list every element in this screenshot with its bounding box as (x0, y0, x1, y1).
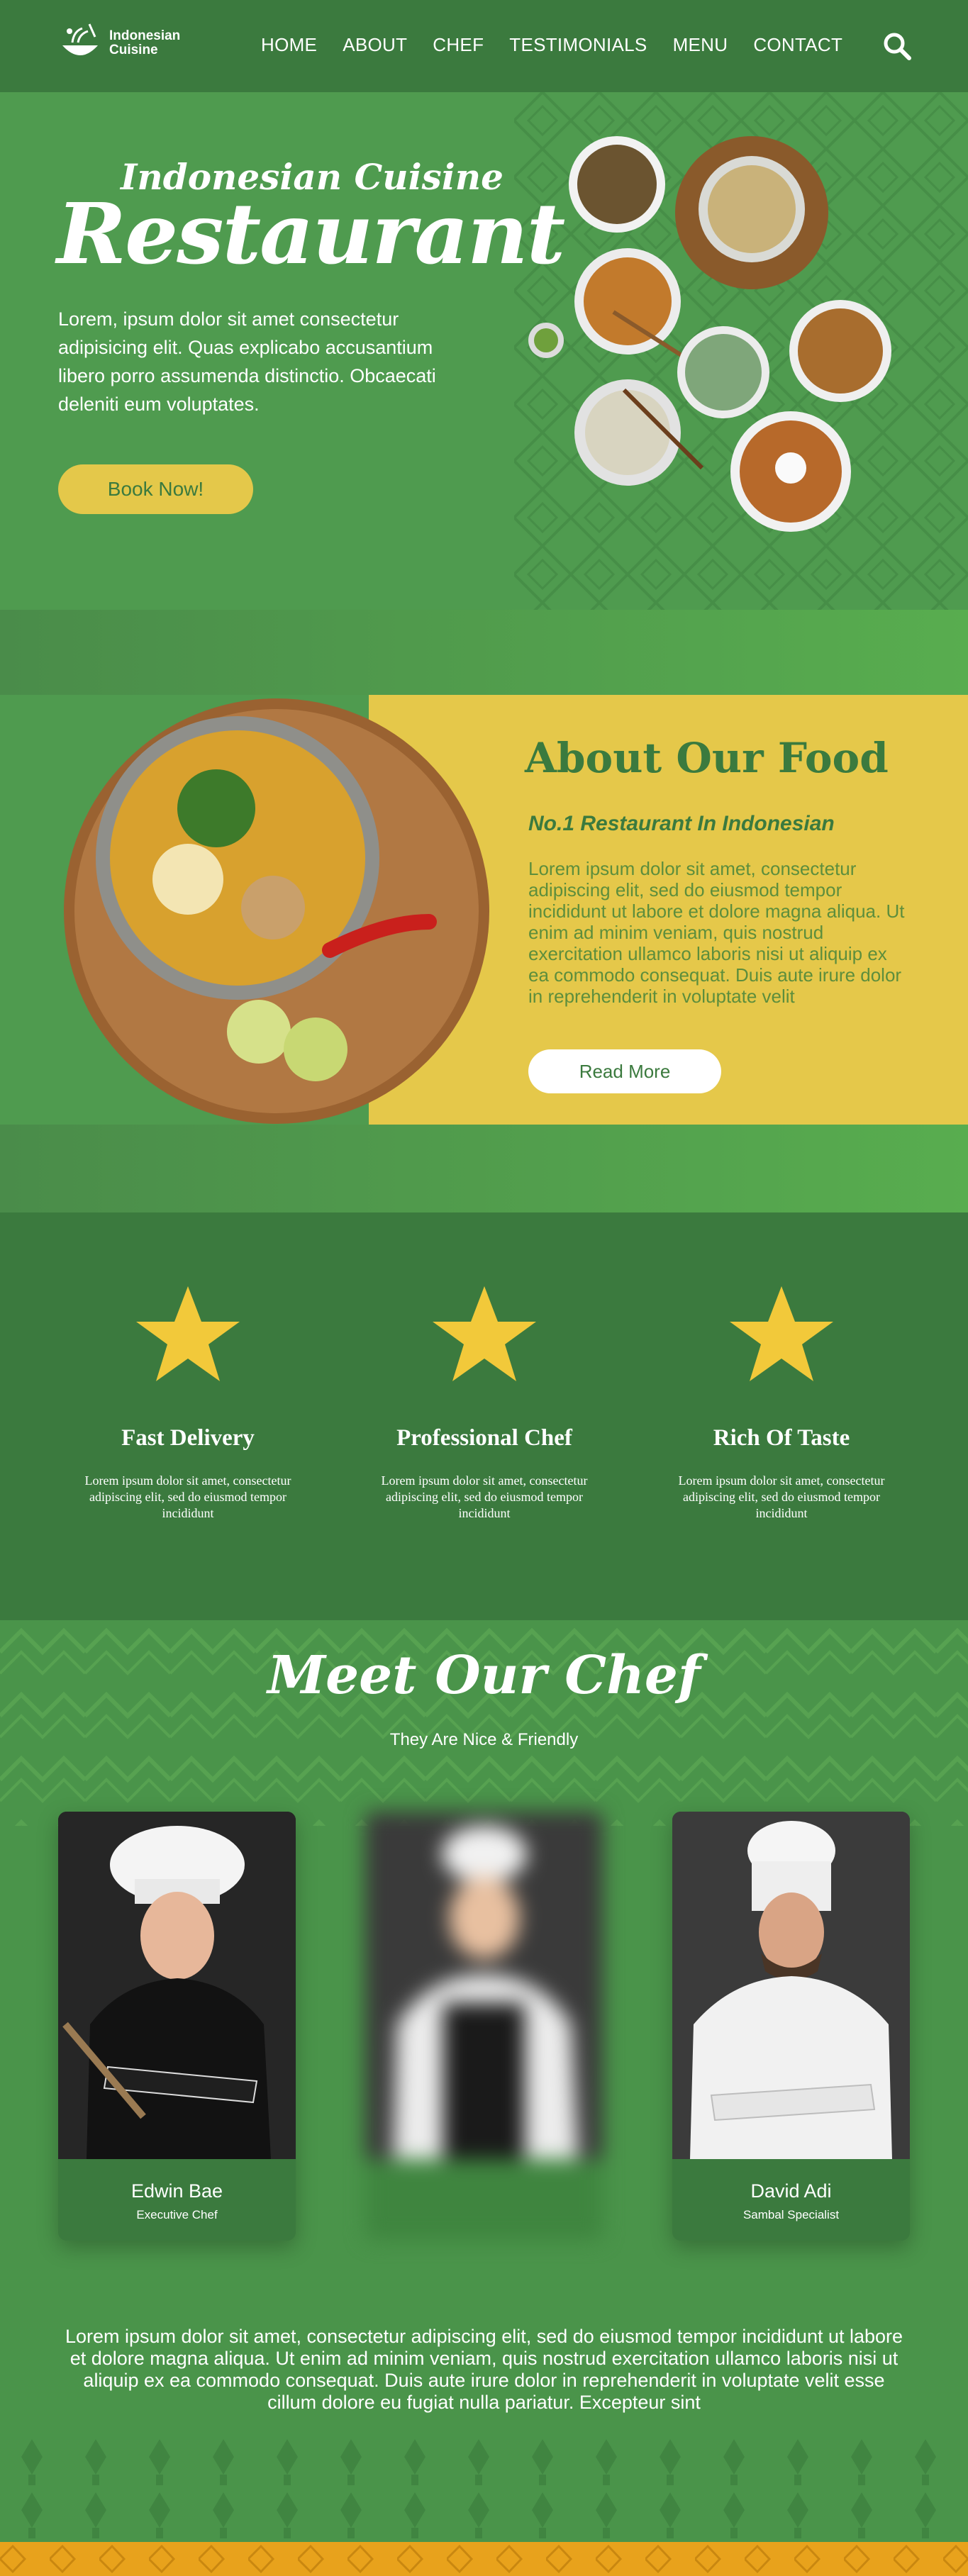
chef-role: Executive Chef (136, 2208, 218, 2221)
brand-name-line1: Indonesian (109, 28, 181, 43)
nav-home[interactable]: HOME (261, 34, 317, 56)
chefs-subtitle: They Are Nice & Friendly (389, 1730, 579, 1749)
logo-bowl-icon (58, 21, 102, 65)
nav-menu[interactable]: MENU (673, 34, 728, 56)
chef-photo (58, 1812, 296, 2159)
feature-text: Lorem ipsum dolor sit amet, consectetur … (678, 1473, 885, 1520)
chefs-paragraph: Lorem ipsum dolor sit amet, consectetur … (65, 2326, 903, 2413)
about-text: Lorem ipsum dolor sit amet, consectetur … (528, 858, 905, 1007)
chef-card-blurred[interactable] (365, 1812, 603, 2241)
star-icon (730, 1286, 833, 1381)
chef-name: Edwin Bae (130, 2180, 223, 2202)
chef-card-david[interactable]: David Adi Sambal Specialist (672, 1812, 910, 2241)
chef-name: David Adi (750, 2180, 832, 2202)
footer-strip (0, 2542, 968, 2576)
food-plates-image (528, 136, 891, 532)
chef-role: Sambal Specialist (742, 2208, 840, 2221)
feature-title: Professional Chef (396, 1425, 572, 1451)
batik-pattern (0, 2542, 968, 2576)
chefs-title: Meet Our Chef (267, 1645, 701, 1706)
search-icon[interactable] (879, 28, 915, 64)
hero-title: Restaurant (57, 184, 565, 283)
chef-card-edwin[interactable]: Edwin Bae Executive Chef (58, 1812, 296, 2241)
hero-section: Indonesian Cuisine Restaurant Lorem, ips… (0, 92, 968, 610)
feature-title: Fast Delivery (121, 1425, 255, 1451)
nav-testimonials[interactable]: TESTIMONIALS (509, 34, 647, 56)
nav-chef[interactable]: CHEF (433, 34, 484, 56)
star-icon (433, 1286, 536, 1381)
hero-description: Lorem, ipsum dolor sit amet consectetur … (58, 308, 436, 415)
nav-contact[interactable]: CONTACT (753, 34, 842, 56)
brand-name-line2: Cuisine (109, 43, 158, 57)
star-icon (136, 1286, 240, 1381)
chef-photo (672, 1812, 910, 2159)
features-section: Fast Delivery Lorem ipsum dolor sit amet… (0, 1212, 968, 1620)
feature-title: Rich Of Taste (713, 1425, 850, 1451)
brand-logo[interactable]: Indonesian Cuisine (58, 21, 180, 65)
about-subtitle: No.1 Restaurant In Indonesian (528, 812, 835, 835)
soto-dish-image (64, 698, 489, 1124)
about-section: About Our Food No.1 Restaurant In Indone… (0, 610, 968, 1212)
read-more-button[interactable]: Read More (528, 1049, 721, 1093)
chef-photo (365, 1812, 603, 2159)
feature-text: Lorem ipsum dolor sit amet, consectetur … (84, 1473, 291, 1520)
feature-professional-chef: Professional Chef Lorem ipsum dolor sit … (357, 1283, 612, 1522)
book-now-button[interactable]: Book Now! (58, 464, 253, 514)
feature-rich-of-taste: Rich Of Taste Lorem ipsum dolor sit amet… (654, 1283, 909, 1522)
feature-text: Lorem ipsum dolor sit amet, consectetur … (381, 1473, 588, 1520)
feature-fast-delivery: Fast Delivery Lorem ipsum dolor sit amet… (60, 1283, 316, 1522)
chefs-section: Meet Our Chef They Are Nice & Friendly E… (0, 1620, 968, 2542)
batik-pattern (0, 2436, 968, 2542)
nav-about[interactable]: ABOUT (343, 34, 407, 56)
site-header: Indonesian Cuisine HOME ABOUT CHEF TESTI… (0, 0, 968, 92)
main-nav: HOME ABOUT CHEF TESTIMONIALS MENU CONTAC… (261, 34, 868, 56)
about-title: About Our Food (525, 734, 889, 782)
